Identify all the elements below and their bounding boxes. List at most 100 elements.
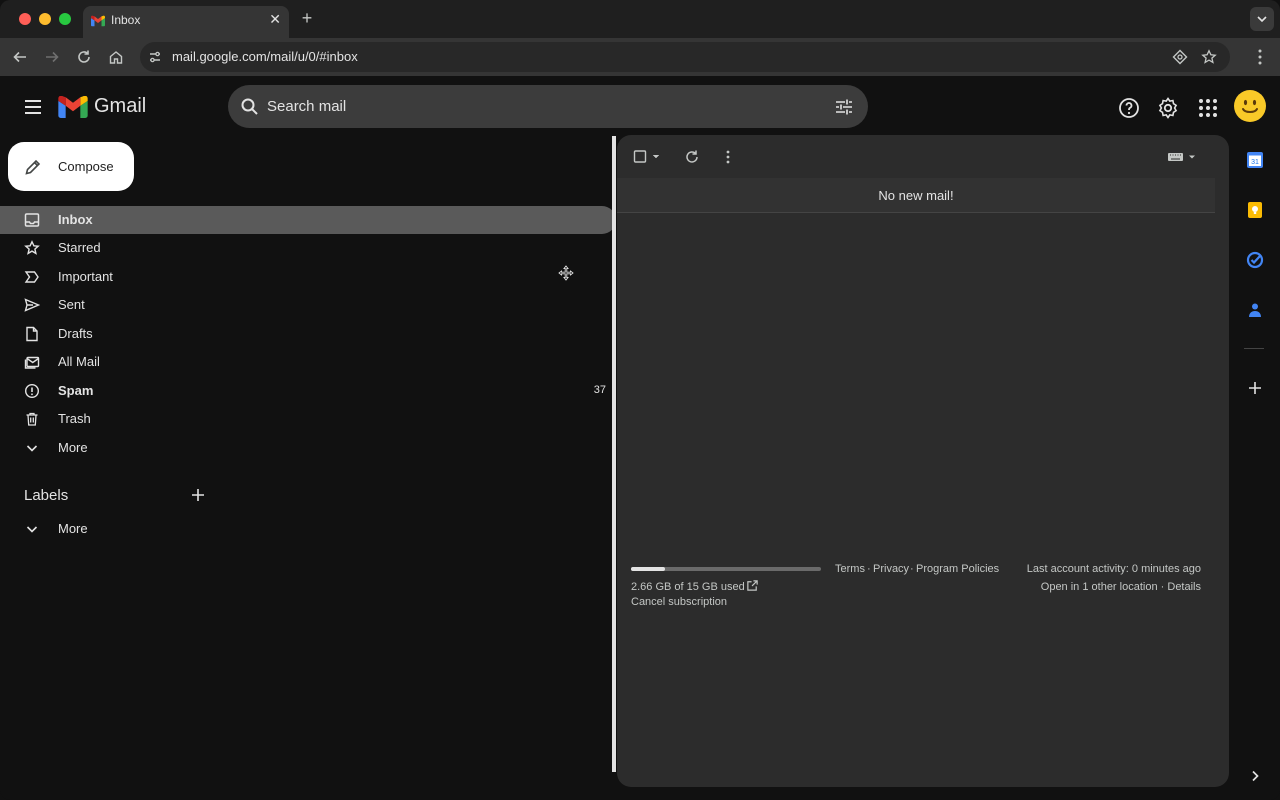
search-icon[interactable] [240, 97, 260, 117]
sent-icon [24, 298, 40, 312]
svg-text:31: 31 [1251, 159, 1259, 166]
cancel-subscription-link[interactable]: Cancel subscription [631, 596, 727, 608]
address-url[interactable]: mail.google.com/mail/u/0/#inbox [172, 49, 358, 64]
back-arrow-icon [13, 51, 26, 63]
footer-separator: · [1160, 581, 1165, 593]
privacy-link[interactable]: Privacy [873, 563, 909, 575]
nav-item-spam[interactable]: Spam 37 [0, 377, 616, 405]
account-avatar[interactable] [1234, 90, 1266, 122]
star-icon [24, 240, 40, 255]
nav-item-starred[interactable]: Starred [0, 234, 616, 262]
nav-item-more[interactable]: More [0, 434, 616, 462]
keyboard-icon [1168, 153, 1195, 161]
footer-separator: · [867, 563, 871, 575]
get-addons-plus-icon[interactable] [1246, 379, 1264, 397]
home-button[interactable] [106, 47, 126, 67]
bookmark-star-icon[interactable] [1201, 49, 1217, 65]
nav-item-sent[interactable]: Sent [0, 291, 616, 319]
nav-label: Sent [58, 297, 85, 312]
tab-close-icon[interactable]: ✕ [269, 11, 281, 28]
tasks-icon[interactable] [1246, 251, 1264, 269]
tab-bar: Inbox ✕ + [0, 0, 1280, 38]
new-tab-button[interactable]: + [298, 8, 316, 29]
search-input[interactable]: Search mail [267, 98, 346, 115]
spam-icon [24, 383, 40, 399]
tab-search-button[interactable] [1250, 7, 1274, 31]
nav-item-important[interactable]: Important [0, 263, 616, 291]
contacts-icon[interactable] [1246, 301, 1264, 319]
forward-arrow-icon [46, 51, 59, 63]
trash-icon [26, 412, 38, 426]
compose-label: Compose [58, 159, 114, 174]
smiley-face-icon [1235, 91, 1265, 121]
other-locations-line: Open in 1 other location · Details [1041, 581, 1201, 593]
chevron-down-icon [26, 526, 38, 533]
nav-label: Trash [58, 411, 91, 426]
search-options-icon[interactable] [834, 97, 854, 117]
footer-separator: · [910, 563, 914, 575]
app-name[interactable]: Gmail [94, 95, 146, 118]
labels-more[interactable]: More [0, 515, 616, 543]
empty-inbox-banner: No new mail! [617, 178, 1215, 213]
reload-icon [78, 50, 90, 63]
move-cursor-icon [558, 265, 574, 281]
inbox-panel: No new mail! 2.66 GB of 15 GB used Cance… [617, 135, 1229, 787]
important-icon [24, 271, 39, 283]
nav-label: All Mail [58, 354, 100, 369]
refresh-button[interactable] [684, 149, 700, 165]
gmail-favicon-icon [91, 15, 105, 27]
browser-tab[interactable]: Inbox ✕ [83, 6, 289, 38]
storage-progress-fill [631, 567, 666, 571]
compose-button[interactable]: Compose [8, 142, 134, 191]
home-icon [109, 51, 123, 64]
drafts-icon [26, 326, 38, 342]
nav-label: Spam [58, 383, 94, 398]
nav-item-drafts[interactable]: Drafts [0, 320, 616, 348]
apps-grid-icon[interactable] [1196, 96, 1220, 120]
program-policies-link[interactable]: Program Policies [916, 563, 999, 575]
chevron-down-icon [1257, 16, 1267, 23]
help-icon[interactable] [1117, 96, 1141, 120]
main-menu-icon[interactable] [22, 96, 44, 118]
address-bar[interactable]: mail.google.com/mail/u/0/#inbox [140, 42, 1230, 72]
add-label-icon[interactable] [190, 487, 206, 503]
side-panel-divider [1244, 348, 1264, 349]
minimize-window-button[interactable] [39, 13, 51, 25]
nav-item-inbox[interactable]: Inbox [0, 206, 616, 234]
storage-progress-bar [631, 567, 821, 571]
inbox-icon [24, 213, 40, 227]
browser-menu-icon[interactable] [1252, 48, 1268, 66]
select-all-checkbox[interactable] [633, 149, 663, 165]
calendar-icon[interactable]: 31 [1246, 151, 1264, 169]
forward-button[interactable] [42, 47, 62, 67]
all-mail-icon [24, 356, 40, 369]
more-options-button[interactable] [721, 149, 735, 165]
input-tools-button[interactable] [1167, 149, 1199, 165]
gmail-logo-icon[interactable] [58, 96, 88, 118]
storage-usage-text: 2.66 GB of 15 GB used [631, 581, 745, 593]
maximize-window-button[interactable] [59, 13, 71, 25]
browser-window: Inbox ✕ + mail.google.com/mail/u/0/#inbo… [0, 0, 1280, 800]
search-bar[interactable]: Search mail [228, 85, 868, 128]
nav-item-trash[interactable]: Trash [0, 405, 616, 433]
nav-item-all-mail[interactable]: All Mail [0, 348, 616, 376]
nav-label: More [58, 440, 88, 455]
terms-link[interactable]: Terms [835, 563, 865, 575]
settings-gear-icon[interactable] [1156, 96, 1180, 120]
site-settings-icon[interactable] [148, 50, 162, 64]
back-button[interactable] [10, 47, 30, 67]
chevron-right-icon[interactable] [1246, 767, 1264, 785]
pane-resize-divider[interactable] [612, 136, 616, 772]
nav-label: More [58, 521, 88, 536]
lens-icon[interactable] [1172, 49, 1188, 65]
nav-label: Inbox [58, 212, 93, 227]
keep-icon[interactable] [1246, 201, 1264, 219]
details-link[interactable]: Details [1167, 581, 1201, 593]
open-external-icon[interactable] [746, 579, 759, 592]
nav-label: Important [58, 269, 113, 284]
last-activity-text: Last account activity: 0 minutes ago [1026, 563, 1201, 575]
reload-button[interactable] [74, 47, 94, 67]
nav-label: Drafts [58, 326, 93, 341]
close-window-button[interactable] [19, 13, 31, 25]
spam-count-badge: 37 [593, 384, 606, 396]
